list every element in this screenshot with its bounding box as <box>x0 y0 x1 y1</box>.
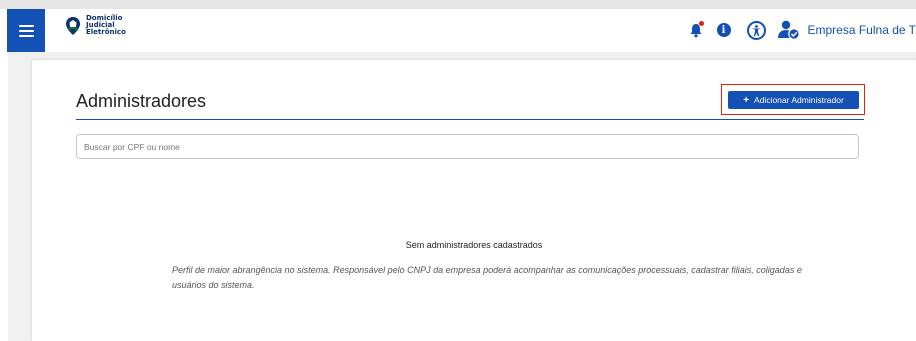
notification-dot <box>698 21 704 26</box>
add-administrator-label: Adicionar Administrador <box>754 95 844 105</box>
administrators-card: Administradores + Adicionar Administrado… <box>32 60 916 341</box>
user-menu-button[interactable] <box>777 20 800 40</box>
menu-button[interactable] <box>7 9 45 52</box>
accessibility-figure-icon <box>751 24 761 36</box>
top-bar: Domicílio Judicial Eletrônico i Empresa … <box>0 0 916 52</box>
menu-icon-bar <box>18 29 34 32</box>
info-icon[interactable]: i <box>716 23 731 37</box>
logo-line-3: Eletrônico <box>86 28 126 36</box>
logo-text: Domicílio Judicial Eletrônico <box>86 15 126 36</box>
page-title: Administradores <box>76 91 207 111</box>
plus-icon: + <box>743 94 750 106</box>
empty-state-description: Perfil de maior abrangência no sistema. … <box>172 265 802 290</box>
menu-icon-bar <box>18 34 34 37</box>
notifications-button[interactable] <box>687 21 705 39</box>
empty-state-title: Sem administradores cadastrados <box>405 240 543 250</box>
search-input[interactable] <box>76 134 859 159</box>
user-check-icon <box>777 20 800 40</box>
location-pin-icon <box>66 16 80 35</box>
title-divider <box>76 119 864 120</box>
menu-icon-bar <box>18 24 34 27</box>
add-administrator-button[interactable]: + Adicionar Administrador <box>728 91 859 109</box>
app-logo[interactable]: Domicílio Judicial Eletrônico <box>66 15 126 36</box>
accessibility-icon[interactable] <box>746 20 766 40</box>
header-actions: i Empresa Fulna de T <box>687 15 916 45</box>
company-name[interactable]: Empresa Fulna de T <box>808 23 916 37</box>
